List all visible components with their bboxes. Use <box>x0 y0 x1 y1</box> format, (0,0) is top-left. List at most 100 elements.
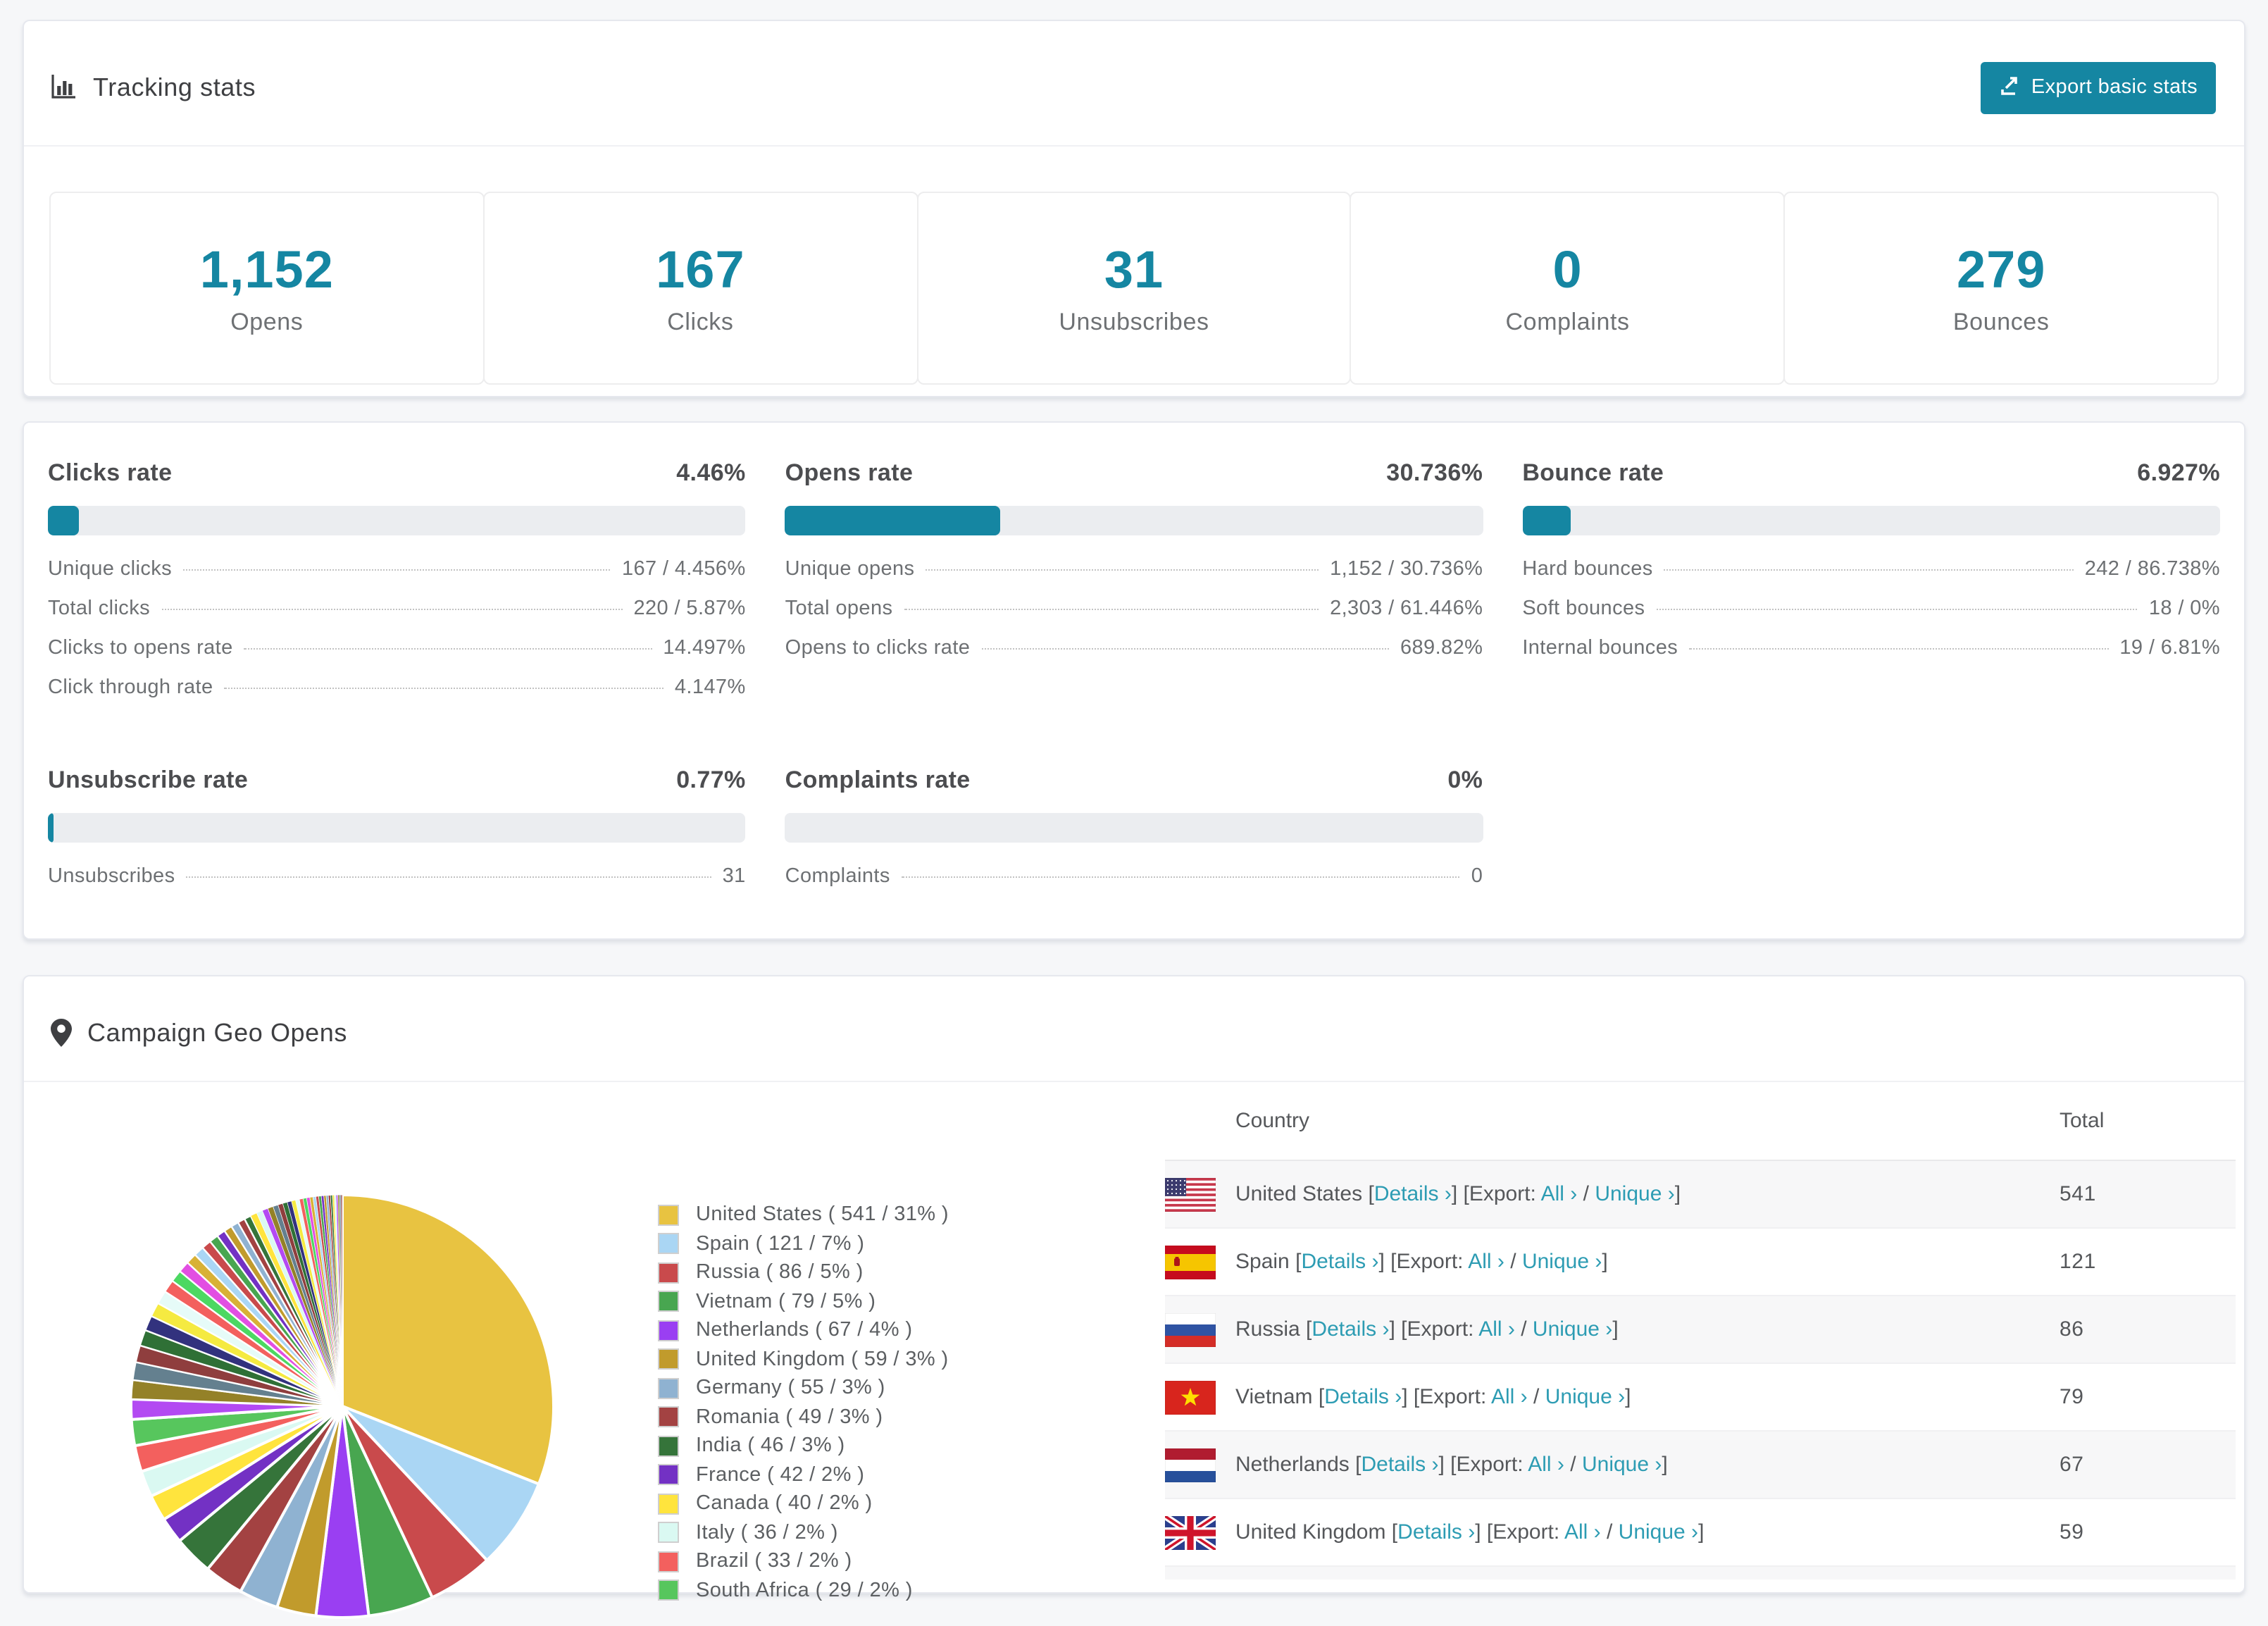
stat-label-complaints: Complaints <box>1505 308 1630 335</box>
export-unique-link-united-kingdom[interactable]: Unique › <box>1619 1520 1698 1544</box>
export-unique-link-netherlands[interactable]: Unique › <box>1582 1453 1662 1477</box>
rate-title: Bounce rate <box>1522 459 1664 486</box>
bracket: [ <box>1312 1385 1325 1409</box>
export-all-link-united-kingdom[interactable]: All › <box>1564 1520 1601 1544</box>
stat-label-unsubscribes: Unsubscribes <box>1059 308 1209 335</box>
rate-section-clicks-rate: Clicks rate 4.46% Unique clicks 167 / 4.456… <box>48 459 746 716</box>
campaign-geo-opens-card: Campaign Geo Opens United States ( 541 /… <box>23 975 2245 1620</box>
export-all-link-spain[interactable]: All › <box>1468 1250 1504 1274</box>
stat-box-unsubscribes: 31 Unsubscribes <box>916 192 1352 385</box>
bracket: ] <box>1612 1317 1619 1341</box>
rate-row-unique-opens: Unique opens 1,152 / 30.736% <box>785 558 1483 597</box>
rate-row-label: Soft bounces <box>1522 597 1645 620</box>
rate-section-unsubscribe-rate: Unsubscribe rate 0.77% Unsubscribes 31 <box>48 767 746 905</box>
rate-value: 4.46% <box>676 459 746 486</box>
export-all-link-united-states[interactable]: All › <box>1541 1182 1578 1206</box>
slash: / <box>1600 1520 1619 1544</box>
export-label: ] [Export: <box>1475 1520 1564 1544</box>
stat-box-opens: 1,152 Opens <box>49 192 485 385</box>
slash: / <box>1577 1182 1595 1206</box>
geo-table-row-vietnam: Vietnam [Details ›] [Export: All › / Uni… <box>1165 1364 2236 1432</box>
geo-total-cell: 59 <box>2060 1520 2084 1544</box>
geo-table-row-netherlands: Netherlands [Details ›] [Export: All › /… <box>1165 1432 2236 1499</box>
rate-rows: Unsubscribes 31 <box>48 865 746 905</box>
country-name: Russia <box>1235 1317 1300 1341</box>
legend-label: United States ( 541 / 31% ) <box>696 1203 949 1227</box>
export-button-label: Export basic stats <box>2031 76 2198 99</box>
legend-swatch <box>658 1435 679 1457</box>
rate-row-label: Unique clicks <box>48 558 173 581</box>
export-all-link-netherlands[interactable]: All › <box>1528 1453 1564 1477</box>
rate-rows: Unique opens 1,152 / 30.736% Total opens 2,… <box>785 558 1483 676</box>
export-all-link-russia[interactable]: All › <box>1478 1317 1515 1341</box>
gb-flag-icon <box>1165 1515 1235 1549</box>
rate-row-hard-bounces: Hard bounces 242 / 86.738% <box>1522 558 2220 597</box>
geo-body: United States ( 541 / 31% ) Spain ( 121 /… <box>24 1082 2244 1620</box>
rate-row-value: 4.147% <box>674 676 746 699</box>
map-pin-icon <box>51 1019 72 1047</box>
bracket: ] <box>1602 1250 1608 1274</box>
export-basic-stats-button[interactable]: Export basic stats <box>1980 61 2216 113</box>
legend-item-south-africa: South Africa ( 29 / 2% ) <box>658 1576 949 1605</box>
dotted-leader <box>244 648 652 650</box>
rate-row-value: 167 / 4.456% <box>621 558 746 581</box>
dotted-leader <box>224 688 663 689</box>
rate-row-total-clicks: Total clicks 220 / 5.87% <box>48 597 746 637</box>
details-link-vietnam[interactable]: Details › <box>1324 1385 1402 1409</box>
geo-country-cell: United Kingdom [Details ›] [Export: All … <box>1235 1520 2060 1544</box>
legend-item-united-kingdom: United Kingdom ( 59 / 3% ) <box>658 1345 949 1374</box>
country-name: Spain <box>1235 1250 1290 1274</box>
dotted-leader <box>926 569 1319 571</box>
rate-row-value: 1,152 / 30.736% <box>1330 558 1483 581</box>
export-label: ] [Export: <box>1378 1250 1469 1274</box>
rate-rows: Complaints 0 <box>785 865 1483 905</box>
slash: / <box>1527 1385 1545 1409</box>
rate-row-complaints: Complaints 0 <box>785 865 1483 905</box>
rate-row-clicks-to-opens-rate: Clicks to opens rate 14.497% <box>48 637 746 676</box>
rate-section-opens-rate: Opens rate 30.736% Unique opens 1,152 / 30.… <box>785 459 1483 716</box>
geo-total-cell: 79 <box>2060 1385 2084 1409</box>
export-unique-link-spain[interactable]: Unique › <box>1522 1250 1602 1274</box>
bracket: ] <box>1674 1182 1681 1206</box>
rate-row-label: Opens to clicks rate <box>785 637 971 659</box>
legend-swatch <box>658 1551 679 1572</box>
details-link-united-kingdom[interactable]: Details › <box>1397 1520 1475 1544</box>
geo-total-cell: 86 <box>2060 1317 2084 1341</box>
legend-label: South Africa ( 29 / 2% ) <box>696 1579 913 1602</box>
bracket: [ <box>1300 1317 1312 1341</box>
geo-country-cell: Vietnam [Details ›] [Export: All › / Uni… <box>1235 1385 2060 1409</box>
legend-label: India ( 46 / 3% ) <box>696 1434 845 1458</box>
details-link-spain[interactable]: Details › <box>1301 1250 1378 1274</box>
bracket: ] <box>1698 1520 1705 1544</box>
export-unique-link-russia[interactable]: Unique › <box>1533 1317 1612 1341</box>
stat-box-bounces: 279 Bounces <box>1783 192 2219 385</box>
details-link-netherlands[interactable]: Details › <box>1361 1453 1438 1477</box>
rate-progress-bar <box>785 506 1483 535</box>
bar-chart-icon <box>51 74 77 101</box>
geo-table-row-russia: Russia [Details ›] [Export: All › / Uniq… <box>1165 1296 2236 1364</box>
rate-row-label: Total clicks <box>48 597 150 620</box>
rate-head-unsubscribe-rate: Unsubscribe rate 0.77% <box>48 767 746 795</box>
us-flag-icon <box>1165 1177 1235 1211</box>
export-unique-link-united-states[interactable]: Unique › <box>1595 1182 1674 1206</box>
export-all-link-vietnam[interactable]: All › <box>1491 1385 1528 1409</box>
rate-row-value: 0 <box>1471 865 1483 888</box>
legend-swatch <box>658 1377 679 1399</box>
country-name: Vietnam <box>1235 1385 1313 1409</box>
vn-flag-icon <box>1165 1380 1235 1414</box>
legend-swatch <box>658 1464 679 1486</box>
geo-opens-pie-chart[interactable] <box>123 1186 562 1626</box>
dotted-leader <box>1656 609 2138 610</box>
geo-table-rows: United States [Details ›] [Export: All ›… <box>1165 1161 2236 1580</box>
rate-progress-fill <box>48 506 80 535</box>
details-link-russia[interactable]: Details › <box>1311 1317 1389 1341</box>
details-link-united-states[interactable]: Details › <box>1374 1182 1452 1206</box>
rate-progress-bar <box>1522 506 2220 535</box>
rate-title: Complaints rate <box>785 767 971 793</box>
export-unique-link-vietnam[interactable]: Unique › <box>1545 1385 1625 1409</box>
stat-label-bounces: Bounces <box>1952 308 2050 335</box>
legend-swatch <box>658 1406 679 1428</box>
rate-row-label: Clicks to opens rate <box>48 637 233 659</box>
rate-progress-fill <box>1522 506 1571 535</box>
legend-swatch <box>658 1522 679 1544</box>
